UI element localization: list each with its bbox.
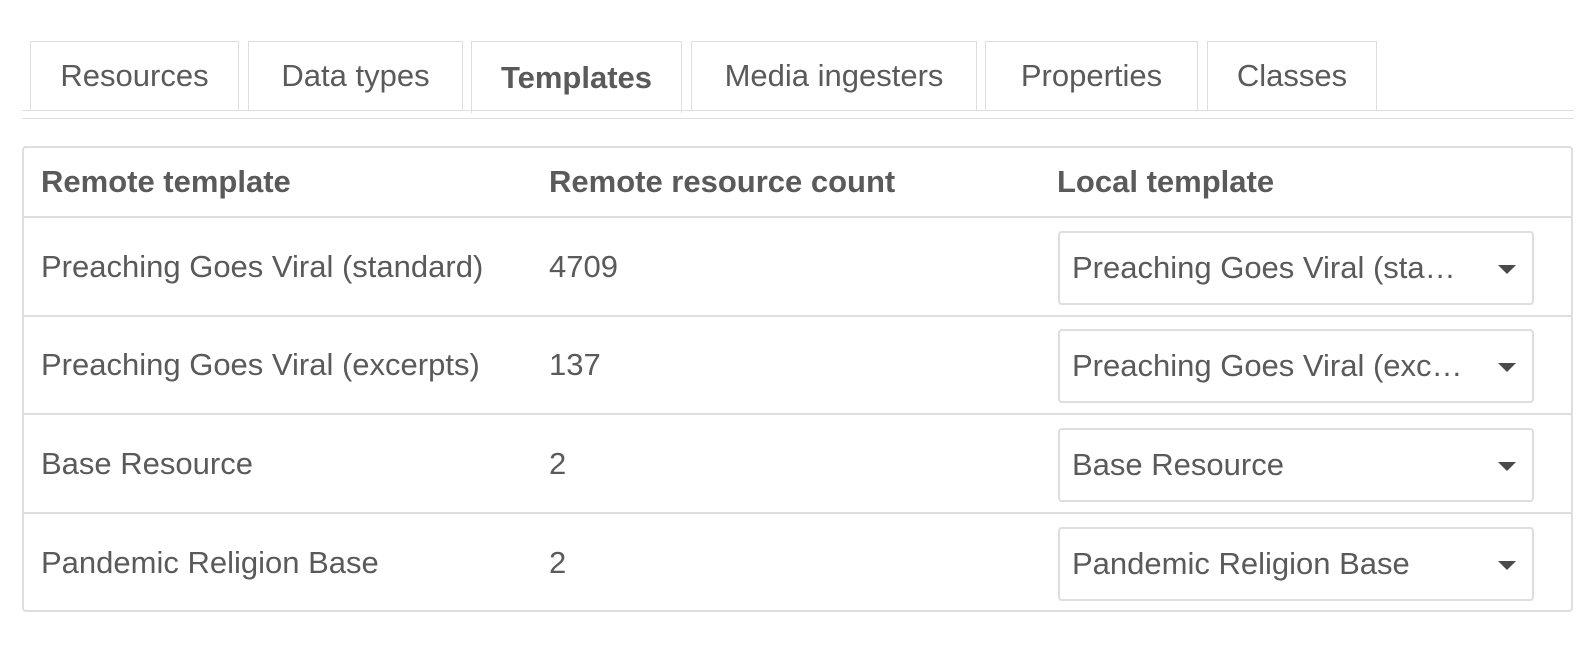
tab-classes[interactable]: Classes: [1207, 41, 1377, 110]
remote-resource-count: 137: [549, 347, 601, 382]
caret-down-icon: [1498, 265, 1516, 274]
tab-data-types[interactable]: Data types: [248, 41, 463, 110]
caret-down-icon: [1498, 561, 1516, 570]
table-header-row: Remote template Remote resource count Lo…: [24, 148, 1571, 218]
template-mapping-table: Remote template Remote resource count Lo…: [22, 146, 1573, 612]
remote-template-name: Preaching Goes Viral (excerpts): [41, 347, 480, 382]
tab-properties[interactable]: Properties: [985, 41, 1198, 110]
local-template-select[interactable]: Base Resource: [1058, 428, 1534, 502]
local-template-selected: Preaching Goes Viral (standard): [1072, 250, 1467, 285]
remote-resource-count: 2: [549, 545, 567, 580]
tab-media-ingesters[interactable]: Media ingesters: [691, 41, 977, 110]
column-header-local-template: Local template: [1057, 164, 1275, 199]
local-template-select[interactable]: Pandemic Religion Base: [1058, 527, 1534, 601]
table-row: Preaching Goes Viral (excerpts) 137 Prea…: [24, 317, 1571, 415]
remote-resource-count: 2: [549, 445, 567, 481]
remote-template-name: Preaching Goes Viral (standard): [41, 248, 484, 284]
tab-label: Templates: [500, 59, 653, 95]
column-header-remote-template: Remote template: [41, 164, 291, 199]
local-template-selected: Preaching Goes Viral (excerpts): [1072, 348, 1467, 383]
column-header-remote-resource-count: Remote resource count: [549, 164, 896, 199]
tab-divider: [22, 118, 1574, 119]
tab-resources[interactable]: Resources: [30, 41, 239, 110]
tab-label: Resources: [60, 58, 209, 93]
local-template-select[interactable]: Preaching Goes Viral (excerpts): [1058, 329, 1534, 403]
table-row: Preaching Goes Viral (standard) 4709 Pre…: [24, 218, 1571, 317]
caret-down-icon: [1498, 363, 1516, 372]
remote-template-name: Pandemic Religion Base: [41, 545, 379, 580]
tab-divider: [22, 110, 1574, 111]
tab-label: Properties: [1020, 58, 1163, 93]
local-template-selected: Pandemic Religion Base: [1072, 546, 1410, 581]
local-template-select[interactable]: Preaching Goes Viral (standard): [1058, 231, 1534, 305]
remote-template-name: Base Resource: [41, 445, 253, 481]
table-row: Pandemic Religion Base 2 Pandemic Religi…: [24, 514, 1571, 612]
tab-label: Data types: [281, 58, 430, 93]
tab-label: Classes: [1236, 58, 1348, 93]
remote-resource-count: 4709: [549, 248, 618, 284]
local-template-selected: Base Resource: [1072, 447, 1284, 482]
table-row: Base Resource 2 Base Resource: [24, 415, 1571, 514]
tab-label: Media ingesters: [724, 58, 944, 93]
tab-bar: Resources Data types Templates Media ing…: [22, 41, 1574, 113]
caret-down-icon: [1498, 462, 1516, 471]
tab-templates[interactable]: Templates: [471, 41, 682, 113]
